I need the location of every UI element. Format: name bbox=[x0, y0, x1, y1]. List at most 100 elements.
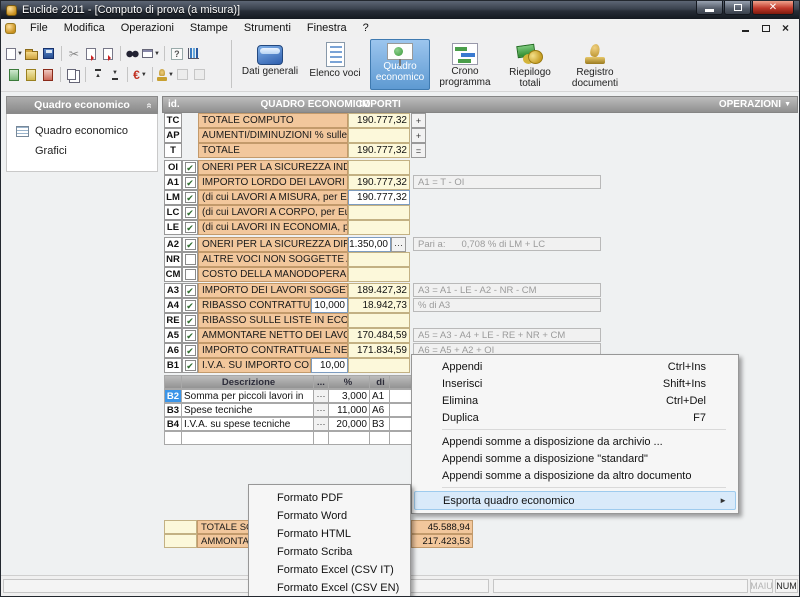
ellipsis-button[interactable]: ··· bbox=[314, 389, 329, 403]
menu-item-appendi[interactable]: AppendiCtrl+Ins bbox=[414, 358, 736, 375]
percent-input[interactable]: 10,000 bbox=[311, 298, 348, 313]
menu-finestra[interactable]: Finestra bbox=[299, 20, 355, 36]
checkbox[interactable]: ✔ bbox=[185, 330, 196, 341]
subtable-row[interactable]: B3 Spese tecniche ··· 11,000 A6 bbox=[164, 403, 412, 417]
help-icon[interactable]: ? bbox=[169, 46, 185, 62]
menu-item-elimina[interactable]: EliminaCtrl+Del bbox=[414, 392, 736, 409]
row-id-selected[interactable]: B2 bbox=[164, 389, 182, 403]
row-value[interactable] bbox=[348, 205, 410, 220]
menu-item-appendi-somme-standard[interactable]: Appendi somme a disposizione "standard" bbox=[414, 450, 736, 467]
checkbox[interactable]: ✔ bbox=[185, 345, 196, 356]
row-di-ref[interactable]: A1 bbox=[370, 389, 390, 403]
row-value[interactable] bbox=[348, 267, 410, 282]
percent-input[interactable]: 10,00 bbox=[311, 358, 348, 373]
cut-icon[interactable]: ✂ bbox=[66, 46, 82, 62]
riepilogo-totali-button[interactable]: Riepilogo totali bbox=[500, 39, 560, 90]
quadro-economico-button[interactable]: Quadro economico bbox=[370, 39, 430, 90]
submenu-item-excel-csv-en[interactable]: Formato Excel (CSV EN) bbox=[251, 579, 408, 597]
row-description[interactable]: Somma per piccoli lavori in bbox=[182, 389, 314, 403]
row-value[interactable]: 190.777,32 bbox=[348, 113, 410, 128]
import-yellow-icon[interactable] bbox=[23, 67, 39, 83]
row-percent[interactable]: 20,000 bbox=[329, 417, 370, 431]
import-green-icon[interactable] bbox=[6, 67, 22, 83]
row-description[interactable]: Spese tecniche bbox=[182, 403, 314, 417]
total-button[interactable]: = bbox=[411, 143, 426, 158]
sidebar-item-grafici[interactable]: Grafici bbox=[7, 141, 157, 161]
sidebar-item-quadro-economico[interactable]: Quadro economico bbox=[7, 121, 157, 141]
close-button[interactable]: ✕ bbox=[752, 1, 794, 15]
expand-button[interactable]: + bbox=[411, 128, 426, 143]
submenu-item-word[interactable]: Formato Word bbox=[251, 507, 408, 525]
checkbox[interactable] bbox=[185, 254, 196, 265]
subtable-row[interactable]: B4 I.V.A. su spese tecniche ··· 20,000 B… bbox=[164, 417, 412, 431]
submenu-item-pdf[interactable]: Formato PDF bbox=[251, 489, 408, 507]
menu-modifica[interactable]: Modifica bbox=[56, 20, 113, 36]
child-minimize-button[interactable] bbox=[738, 21, 753, 34]
paste-items-icon[interactable] bbox=[100, 46, 116, 62]
menu-strumenti[interactable]: Strumenti bbox=[236, 20, 299, 36]
checkbox[interactable]: ✔ bbox=[185, 315, 196, 326]
submenu-item-scriba[interactable]: Formato Scriba bbox=[251, 543, 408, 561]
menu-stampe[interactable]: Stampe bbox=[182, 20, 236, 36]
save-icon[interactable] bbox=[41, 46, 57, 62]
row-value[interactable]: 18.942,73 bbox=[348, 298, 410, 313]
row-di-ref[interactable]: A6 bbox=[370, 403, 390, 417]
checkbox[interactable]: ✔ bbox=[185, 162, 196, 173]
menu-file[interactable]: File bbox=[22, 20, 56, 36]
row-value[interactable] bbox=[348, 252, 410, 267]
menu-item-duplica[interactable]: DuplicaF7 bbox=[414, 409, 736, 426]
operazioni-dropdown[interactable]: OPERAZIONI▼ bbox=[719, 99, 791, 110]
expand-button[interactable]: + bbox=[411, 113, 426, 128]
copy-items-icon[interactable] bbox=[83, 46, 99, 62]
ellipsis-button[interactable]: ··· bbox=[314, 403, 329, 417]
crono-programma-button[interactable]: Crono programma bbox=[435, 39, 495, 90]
checkbox[interactable]: ✔ bbox=[185, 207, 196, 218]
find-icon[interactable] bbox=[125, 46, 141, 62]
new-document-icon[interactable]: ▼ bbox=[6, 46, 23, 62]
collapse-chevron-icon[interactable]: « bbox=[144, 103, 155, 109]
minimize-button[interactable] bbox=[696, 1, 723, 15]
move-bottom-icon[interactable]: ▼ bbox=[107, 67, 123, 83]
sidebar-header[interactable]: Quadro economico « bbox=[6, 96, 158, 114]
menu-operazioni[interactable]: Operazioni bbox=[113, 20, 182, 36]
checkbox[interactable]: ✔ bbox=[185, 239, 196, 250]
checkbox[interactable]: ✔ bbox=[185, 222, 196, 233]
row-value[interactable] bbox=[348, 220, 410, 235]
stamp-tool-icon[interactable]: ▼ bbox=[157, 67, 174, 83]
window-list-icon[interactable]: ▼ bbox=[142, 46, 160, 62]
checkbox[interactable]: ✔ bbox=[185, 192, 196, 203]
menu-item-inserisci[interactable]: InserisciShift+Ins bbox=[414, 375, 736, 392]
elenco-voci-button[interactable]: Elenco voci bbox=[305, 39, 365, 90]
checkbox[interactable]: ✔ bbox=[185, 360, 196, 371]
row-value[interactable] bbox=[348, 160, 410, 175]
row-value[interactable]: 189.427,32 bbox=[348, 283, 410, 298]
move-top-icon[interactable]: ▲ bbox=[90, 67, 106, 83]
copy-pages-icon[interactable] bbox=[65, 67, 81, 83]
row-value[interactable]: 190.777,32 bbox=[348, 175, 410, 190]
submenu-item-excel-csv-it[interactable]: Formato Excel (CSV IT) bbox=[251, 561, 408, 579]
checkbox[interactable]: ✔ bbox=[185, 177, 196, 188]
subtable-row[interactable]: B2 Somma per piccoli lavori in ··· 3,000… bbox=[164, 389, 412, 403]
child-close-button[interactable]: × bbox=[778, 21, 793, 34]
row-id[interactable]: B4 bbox=[164, 417, 182, 431]
dati-generali-button[interactable]: Dati generali bbox=[240, 39, 300, 90]
row-value[interactable] bbox=[348, 358, 410, 373]
row-description[interactable]: I.V.A. su spese tecniche bbox=[182, 417, 314, 431]
ellipsis-button[interactable]: ··· bbox=[314, 417, 329, 431]
child-restore-button[interactable] bbox=[758, 21, 773, 34]
registro-documenti-button[interactable]: Registro documenti bbox=[565, 39, 625, 90]
row-id[interactable]: B3 bbox=[164, 403, 182, 417]
checkbox[interactable] bbox=[185, 269, 196, 280]
currency-euro-icon[interactable]: €▼ bbox=[132, 67, 148, 83]
row-percent[interactable]: 3,000 bbox=[329, 389, 370, 403]
restore-button[interactable] bbox=[724, 1, 751, 15]
submenu-item-html[interactable]: Formato HTML bbox=[251, 525, 408, 543]
row-value[interactable] bbox=[348, 128, 410, 143]
checkbox[interactable]: ✔ bbox=[185, 300, 196, 311]
ellipsis-button[interactable]: ··· bbox=[391, 237, 406, 252]
menu-item-appendi-somme-altro[interactable]: Appendi somme a disposizione da altro do… bbox=[414, 467, 736, 484]
row-value-input[interactable]: 190.777,32 bbox=[348, 190, 410, 205]
row-value[interactable] bbox=[348, 313, 410, 328]
row-value-input[interactable]: 1.350,00 bbox=[348, 237, 391, 252]
print-icon[interactable] bbox=[40, 67, 56, 83]
